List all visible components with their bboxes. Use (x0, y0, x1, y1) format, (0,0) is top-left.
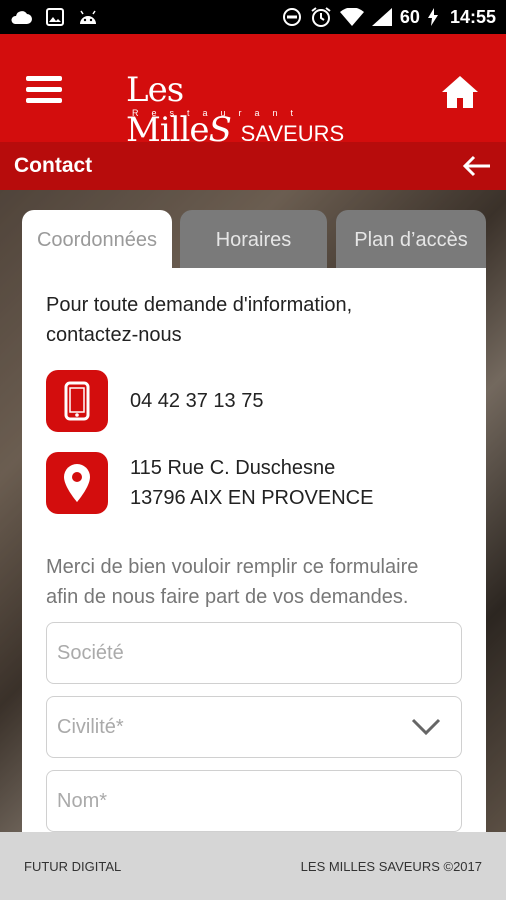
tab-coordonnees[interactable]: Coordonnées (22, 210, 172, 270)
wifi-icon (339, 8, 364, 26)
tab-horaires[interactable]: Horaires (180, 210, 327, 270)
android-icon (80, 10, 96, 24)
phone-icon-box[interactable] (46, 370, 108, 432)
societe-placeholder: Société (57, 641, 124, 664)
map-pin-icon (64, 464, 90, 502)
signal-icon (371, 8, 392, 26)
battery-level: 60 (399, 6, 420, 27)
hamburger-icon-line (26, 98, 62, 103)
menu-button[interactable] (26, 76, 62, 104)
hamburger-icon-line (26, 76, 62, 81)
footer-copyright: LES MILLES SAVEURS ©2017 (300, 858, 482, 874)
contact-intro: Pour toute demande d'information, contac… (46, 294, 353, 346)
hamburger-icon-line (26, 87, 62, 92)
footer: FUTUR DIGITAL LES MILLES SAVEURS ©2017 (0, 832, 506, 900)
address-row[interactable]: 115 Rue C. Duschesne 13796 AIX EN PROVEN… (46, 452, 373, 514)
cloud-icon (11, 11, 32, 24)
app-header: Les MilleS SAVEURS Restaurant (0, 34, 506, 150)
back-arrow-icon[interactable] (462, 154, 492, 178)
logo-subtitle: Restaurant (132, 108, 307, 118)
tab-bar: Coordonnées Horaires Plan d’accès (22, 210, 486, 270)
address: 115 Rue C. Duschesne 13796 AIX EN PROVEN… (130, 457, 374, 509)
status-bar: 60 14:55 (0, 0, 506, 34)
home-icon[interactable] (440, 74, 480, 110)
civilite-select[interactable]: Civilité* (46, 696, 462, 758)
nom-input[interactable]: Nom* (46, 770, 462, 832)
societe-input[interactable]: Société (46, 622, 462, 684)
map-pin-icon-box[interactable] (46, 452, 108, 514)
footer-left-text: FUTUR DIGITAL (24, 858, 122, 874)
nom-placeholder: Nom* (57, 789, 108, 812)
alarm-icon (311, 7, 331, 27)
image-icon (46, 8, 64, 26)
clock: 14:55 (449, 6, 496, 27)
block-icon (282, 8, 301, 26)
page-header: Contact (0, 142, 506, 190)
restaurant-logo: Les MilleS SAVEURS Restaurant (126, 70, 386, 150)
phone-row[interactable]: 04 42 37 13 75 (46, 370, 263, 432)
chevron-down-icon (411, 718, 441, 736)
contact-card: Pour toute demande d'information, contac… (22, 268, 486, 832)
tab-plan-acces[interactable]: Plan d’accès (336, 210, 486, 270)
form-intro: Merci de bien vouloir remplir ce formula… (46, 556, 419, 608)
phone-number[interactable]: 04 42 37 13 75 (130, 386, 263, 416)
phone-icon (64, 381, 90, 421)
civilite-placeholder: Civilité* (57, 715, 124, 738)
battery-charging-icon (427, 8, 438, 26)
page-title: Contact (14, 154, 93, 177)
